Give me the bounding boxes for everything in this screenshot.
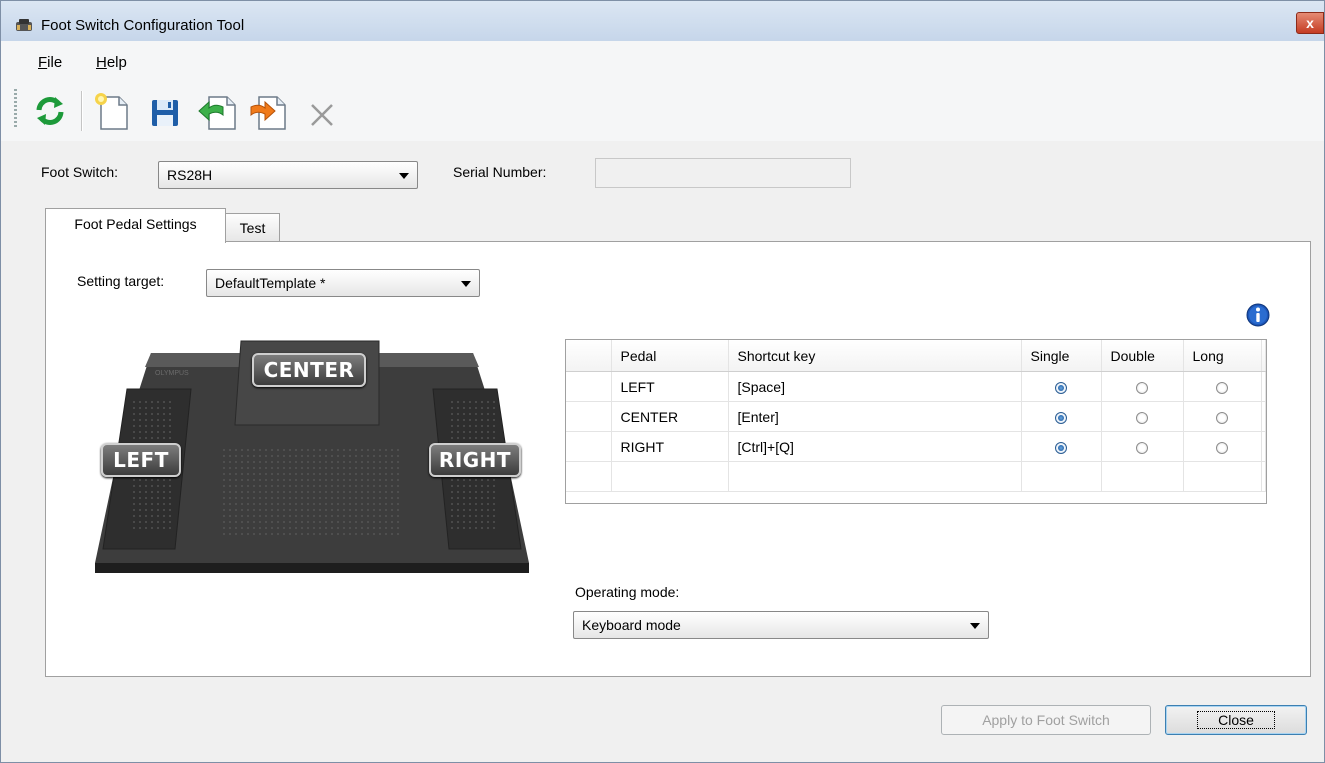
tab-foot-pedal-settings[interactable]: Foot Pedal Settings [45, 208, 226, 243]
column-header-long: Long [1183, 340, 1262, 372]
operating-mode-value: Keyboard mode [582, 617, 681, 633]
new-button[interactable] [91, 91, 131, 131]
export-icon [250, 96, 286, 130]
radio-double[interactable] [1136, 441, 1148, 454]
grid-filler-header [1261, 340, 1266, 372]
foot-switch-value: RS28H [167, 167, 213, 183]
toolbar-separator [81, 91, 83, 131]
chevron-down-icon [970, 623, 980, 629]
shortcut-cell[interactable]: [Enter] [728, 401, 1022, 432]
table-row[interactable]: LEFT [Space] [566, 371, 1266, 402]
radio-long[interactable] [1216, 381, 1228, 394]
grid-header-row: Pedal Shortcut key Single Double Long [566, 340, 1266, 372]
chevron-down-icon [399, 173, 409, 179]
apply-to-foot-switch-button[interactable]: Apply to Foot Switch [941, 705, 1151, 735]
radio-double[interactable] [1136, 411, 1148, 424]
column-header-pedal: Pedal [611, 340, 729, 372]
pedal-cell: CENTER [611, 401, 729, 432]
table-row[interactable]: RIGHT [Ctrl]+[Q] [566, 431, 1266, 462]
pedal-label-center: CENTER [252, 353, 366, 387]
table-row-empty [566, 461, 1266, 492]
info-icon[interactable] [1246, 303, 1270, 327]
radio-single[interactable] [1055, 441, 1067, 454]
operating-mode-dropdown[interactable]: Keyboard mode [573, 611, 989, 639]
toolbar-grip[interactable] [14, 89, 17, 129]
delete-icon [311, 104, 333, 126]
radio-double[interactable] [1136, 381, 1148, 394]
window-close-button[interactable]: x [1296, 12, 1324, 34]
foot-pedal-image: OLYMPUS CENTER LEFT RIGHT [89, 339, 535, 575]
radio-long[interactable] [1216, 441, 1228, 454]
import-button[interactable] [197, 91, 237, 131]
app-window: Foot Switch Configuration Tool x File He… [0, 0, 1325, 763]
grid-row-header-cell [566, 340, 612, 372]
pedal-label-left: LEFT [101, 443, 181, 477]
refresh-icon [36, 97, 64, 125]
shortcut-cell[interactable]: [Space] [728, 371, 1022, 402]
setting-target-value: DefaultTemplate * [215, 275, 326, 291]
pedal-cell: LEFT [611, 371, 729, 402]
radio-long[interactable] [1216, 411, 1228, 424]
menu-help[interactable]: Help [96, 54, 127, 71]
column-header-single: Single [1021, 340, 1102, 372]
column-header-double: Double [1101, 340, 1184, 372]
foot-switch-label: Foot Switch: [41, 164, 119, 180]
radio-single[interactable] [1055, 411, 1067, 424]
export-button[interactable] [247, 91, 287, 131]
operating-mode-label: Operating mode: [575, 584, 680, 600]
delete-button[interactable] [303, 91, 343, 131]
menu-bar: File Help [1, 41, 1324, 83]
pedal-label-right: RIGHT [429, 443, 521, 477]
import-icon [198, 96, 236, 130]
foot-switch-dropdown[interactable]: RS28H [158, 161, 418, 189]
save-button[interactable] [147, 91, 187, 131]
serial-number-label: Serial Number: [453, 164, 547, 180]
tab-test[interactable]: Test [225, 213, 280, 242]
close-button[interactable]: Close [1165, 705, 1307, 735]
app-icon [16, 19, 32, 31]
save-icon [152, 100, 178, 126]
column-header-shortcut: Shortcut key [728, 340, 1022, 372]
toolbar [1, 83, 1324, 141]
svg-text:OLYMPUS: OLYMPUS [155, 370, 189, 377]
setting-target-dropdown[interactable]: DefaultTemplate * [206, 269, 480, 297]
shortcut-cell[interactable]: [Ctrl]+[Q] [728, 431, 1022, 462]
setting-target-label: Setting target: [77, 273, 165, 289]
window-title: Foot Switch Configuration Tool [41, 17, 245, 34]
serial-number-field [595, 158, 851, 188]
pedal-cell: RIGHT [611, 431, 729, 462]
radio-single[interactable] [1055, 381, 1067, 394]
chevron-down-icon [461, 281, 471, 287]
menu-file[interactable]: File [38, 54, 62, 71]
title-bar: Foot Switch Configuration Tool x [1, 1, 1324, 41]
table-row[interactable]: CENTER [Enter] [566, 401, 1266, 432]
new-icon [95, 93, 128, 130]
refresh-button[interactable] [30, 91, 70, 131]
pedal-shortcut-grid: Pedal Shortcut key Single Double Long LE… [565, 339, 1267, 504]
